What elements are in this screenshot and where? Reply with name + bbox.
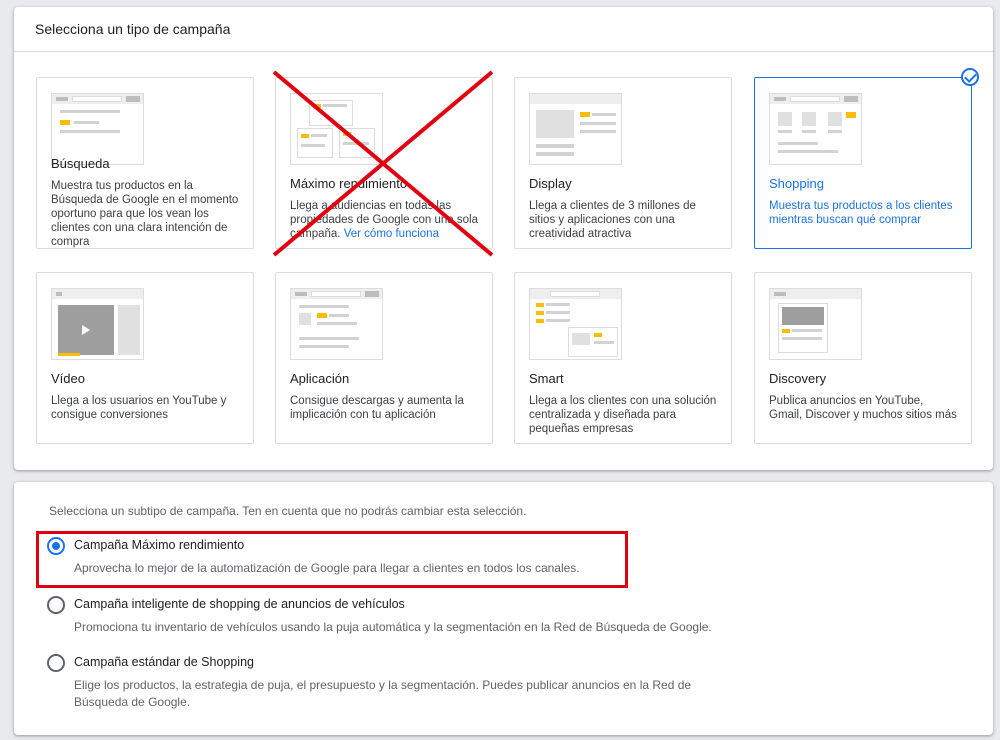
card-title: Vídeo [51,371,85,386]
option-label: Campaña estándar de Shopping [74,655,254,669]
card-display[interactable]: Display Llega a clientes de 3 millones d… [514,77,732,249]
card-description: Consigue descargas y aumenta la implicac… [290,395,464,421]
card-title: Aplicación [290,371,350,386]
card-shopping[interactable]: Shopping Muestra tus productos a los cli… [754,77,972,249]
video-thumbnail-icon [51,288,144,360]
display-thumbnail-icon [529,93,622,165]
option-description: Elige los productos, la estrategia de pu… [74,678,692,709]
card-description: Llega a audiencias en todas las propieda… [290,199,480,241]
card-title: Búsqueda [51,156,110,171]
performance-max-thumbnail-icon [290,93,383,165]
card-description: Publica anuncios en YouTube, Gmail, Disc… [769,395,957,421]
card-busqueda[interactable]: Búsqueda Muestra tus productos en la Bús… [36,77,254,249]
card-description: Llega a los clientes con una solución ce… [529,395,717,435]
how-it-works-link[interactable]: Ver cómo funciona [344,228,439,240]
divider [14,51,993,52]
subtype-hint: Selecciona un subtipo de campaña. Ten en… [49,504,527,518]
smart-thumbnail-icon [529,288,622,360]
option-label: Campaña inteligente de shopping de anunc… [74,597,405,611]
campaign-type-panel: Selecciona un tipo de campaña Búsqueda M… [14,7,993,470]
campaign-subtype-panel: Selecciona un subtipo de campaña. Ten en… [14,482,993,735]
discovery-thumbnail-icon [769,288,862,360]
search-thumbnail-icon [51,93,144,165]
selected-check-icon [961,68,979,86]
card-discovery[interactable]: Discovery Publica anuncios en YouTube, G… [754,272,972,444]
radio-estandar[interactable] [47,654,65,672]
card-title: Display [529,176,572,191]
app-thumbnail-icon [290,288,383,360]
card-title: Shopping [769,176,824,191]
radio-vehiculos[interactable] [47,596,65,614]
shopping-thumbnail-icon [769,93,862,165]
card-title: Smart [529,371,564,386]
panel-title: Selecciona un tipo de campaña [35,21,231,37]
card-video[interactable]: Vídeo Llega a los usuarios en YouTube y … [36,272,254,444]
card-smart[interactable]: Smart Llega a los clientes con una soluc… [514,272,732,444]
red-highlight-annotation [36,531,628,588]
card-title: Máximo rendimiento [290,176,408,191]
option-description: Promociona tu inventario de vehículos us… [74,620,712,634]
card-title: Discovery [769,371,827,386]
card-description: Muestra tus productos a los clientes mie… [769,200,953,226]
card-description: Llega a los usuarios en YouTube y consig… [51,395,227,421]
card-description: Muestra tus productos en la Búsqueda de … [51,180,239,248]
card-aplicacion[interactable]: Aplicación Consigue descargas y aumenta … [275,272,493,444]
card-description: Llega a clientes de 3 millones de sitios… [529,200,696,240]
card-maximo-rendimiento[interactable]: Máximo rendimiento Llega a audiencias en… [275,77,493,249]
